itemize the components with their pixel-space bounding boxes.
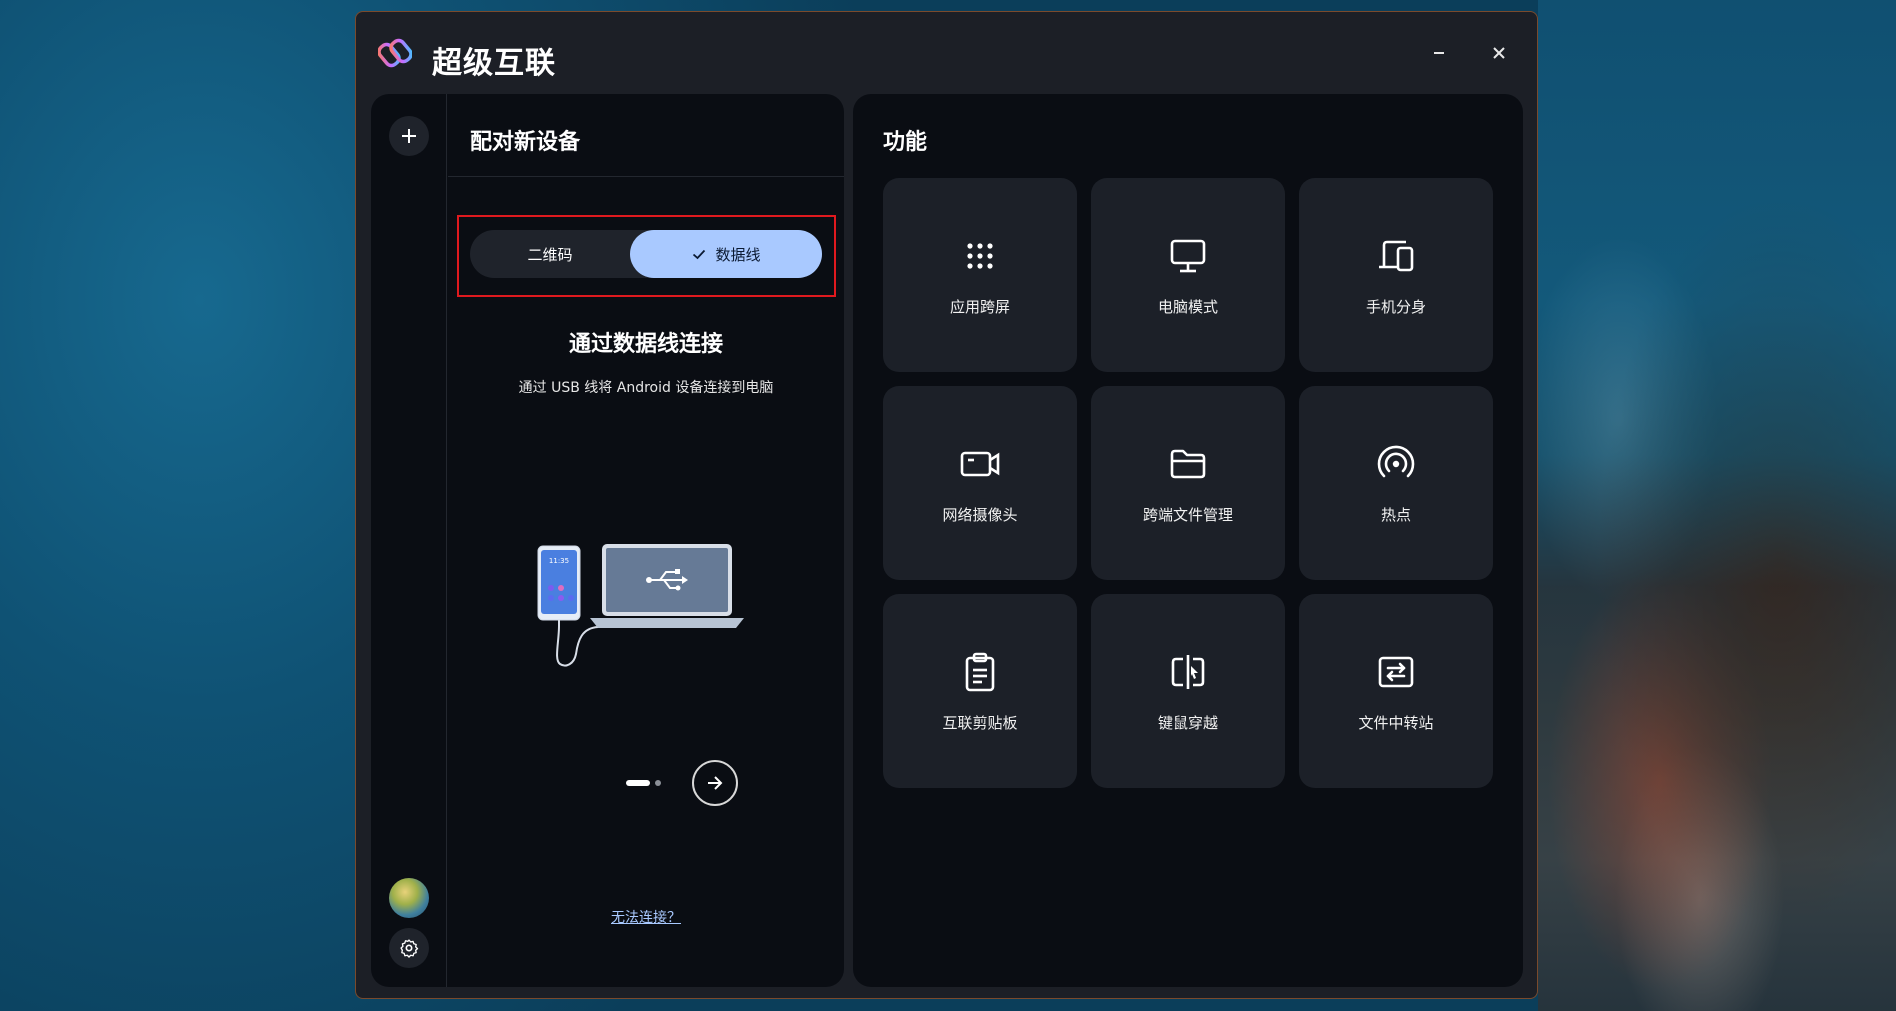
qr-code-tab[interactable]: 二维码 xyxy=(470,230,630,278)
feature-hotspot[interactable]: 热点 xyxy=(1299,386,1493,580)
left-panel: 配对新设备 二维码 数据线 通过数据线连接 通过 USB 线将 Android … xyxy=(371,94,844,987)
settings-button[interactable] xyxy=(389,928,429,968)
file-transfer-icon xyxy=(1374,650,1418,694)
feature-label: 手机分身 xyxy=(1365,297,1426,316)
page-dot-active xyxy=(626,780,650,786)
features-title: 功能 xyxy=(883,130,928,155)
arrow-right-icon xyxy=(708,776,723,790)
connection-title: 通过数据线连接 xyxy=(568,332,723,357)
app-window: 超级互联 配对新设备 二维码 数据线 通过数据线连接 通过 USB 线将 And… xyxy=(355,11,1538,999)
feature-keyboard-mouse-crossing[interactable]: 键鼠穿越 xyxy=(1091,594,1285,788)
close-icon xyxy=(1493,47,1505,59)
divider xyxy=(448,176,844,177)
page-dot xyxy=(655,780,661,786)
feature-cross-device-files[interactable]: 跨端文件管理 xyxy=(1091,386,1285,580)
features-grid: 应用跨屏 电脑模式 手机分身 网络摄像头 跨端文件管理 热点 互联剪贴板 键鼠穿… xyxy=(883,178,1493,788)
user-avatar[interactable] xyxy=(389,878,429,918)
webcam-icon xyxy=(958,442,1002,486)
feature-label: 应用跨屏 xyxy=(949,297,1010,316)
app-grid-icon xyxy=(958,234,1002,278)
gear-icon xyxy=(400,939,419,958)
minimize-button[interactable] xyxy=(1426,40,1452,66)
feature-shared-clipboard[interactable]: 互联剪贴板 xyxy=(883,594,1077,788)
title-bar: 超级互联 xyxy=(356,12,1537,94)
phone-mirror-icon xyxy=(1374,234,1418,278)
app-logo-icon xyxy=(377,36,413,70)
feature-file-transfer-station[interactable]: 文件中转站 xyxy=(1299,594,1493,788)
usb-connection-illustration: 11:35 xyxy=(530,542,770,692)
feature-label: 热点 xyxy=(1380,505,1411,524)
page-indicator xyxy=(626,780,670,786)
hotspot-icon xyxy=(1374,442,1418,486)
connection-subtitle: 通过 USB 线将 Android 设备连接到电脑 xyxy=(518,380,774,396)
folder-icon xyxy=(1166,442,1210,486)
usb-cable-tab[interactable]: 数据线 xyxy=(630,230,822,278)
connection-mode-toggle: 二维码 数据线 xyxy=(470,230,822,278)
feature-webcam[interactable]: 网络摄像头 xyxy=(883,386,1077,580)
app-title: 超级互联 xyxy=(432,46,556,81)
feature-label: 电脑模式 xyxy=(1157,297,1218,316)
qr-code-tab-label: 二维码 xyxy=(527,245,573,264)
add-device-button[interactable] xyxy=(389,116,429,156)
monitor-icon xyxy=(1166,234,1210,278)
feature-phone-mirror[interactable]: 手机分身 xyxy=(1299,178,1493,372)
checkmark-icon xyxy=(693,249,706,260)
plus-icon xyxy=(402,129,416,143)
phone-clock: 11:35 xyxy=(549,557,569,565)
features-panel: 功能 应用跨屏 电脑模式 手机分身 网络摄像头 跨端文件管理 热点 互联剪贴板 … xyxy=(853,94,1523,987)
pair-new-device-section: 配对新设备 二维码 数据线 通过数据线连接 通过 USB 线将 Android … xyxy=(448,94,844,987)
feature-label: 键鼠穿越 xyxy=(1157,713,1218,732)
minimize-icon xyxy=(1434,52,1444,54)
feature-label: 网络摄像头 xyxy=(942,505,1018,524)
close-button[interactable] xyxy=(1486,40,1512,66)
feature-pc-mode[interactable]: 电脑模式 xyxy=(1091,178,1285,372)
feature-label: 文件中转站 xyxy=(1358,713,1434,732)
feature-app-cross-screen[interactable]: 应用跨屏 xyxy=(883,178,1077,372)
feature-label: 互联剪贴板 xyxy=(942,713,1018,732)
cannot-connect-link[interactable]: 无法连接？ xyxy=(448,907,844,927)
pair-section-title: 配对新设备 xyxy=(470,130,581,155)
next-step-button[interactable] xyxy=(692,760,738,806)
wallpaper-coastline xyxy=(1538,0,1896,1011)
usb-cable-tab-label: 数据线 xyxy=(715,245,761,264)
clipboard-icon xyxy=(958,650,1002,694)
device-rail xyxy=(371,94,447,987)
keyboard-mouse-crossing-icon xyxy=(1166,650,1210,694)
feature-label: 跨端文件管理 xyxy=(1142,505,1233,524)
